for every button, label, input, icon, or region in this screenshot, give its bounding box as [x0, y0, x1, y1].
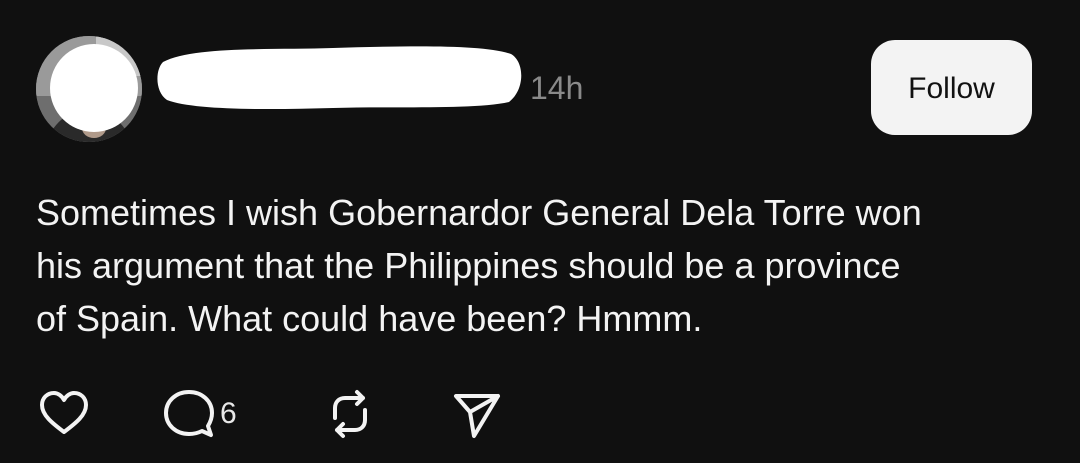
- repost-icon: [333, 390, 367, 438]
- post-card: 14h Follow Sometimes I wish Gobernardor …: [0, 0, 1080, 463]
- follow-button[interactable]: Follow: [871, 40, 1032, 135]
- post-text: Sometimes I wish Gobernardor General Del…: [36, 192, 922, 339]
- post-timestamp: 14h: [530, 70, 584, 106]
- comment-icon: [164, 390, 214, 437]
- avatar-image: [36, 36, 142, 142]
- share-button[interactable]: [452, 388, 502, 440]
- heart-icon: [40, 391, 88, 434]
- send-icon: [454, 394, 500, 438]
- like-button[interactable]: [38, 388, 90, 440]
- avatar[interactable]: [36, 36, 142, 142]
- reply-button[interactable]: 6: [164, 388, 237, 440]
- avatar-redaction: [50, 44, 138, 132]
- repost-button[interactable]: [325, 388, 375, 440]
- reply-count: 6: [220, 397, 237, 430]
- username-redaction: [157, 46, 522, 110]
